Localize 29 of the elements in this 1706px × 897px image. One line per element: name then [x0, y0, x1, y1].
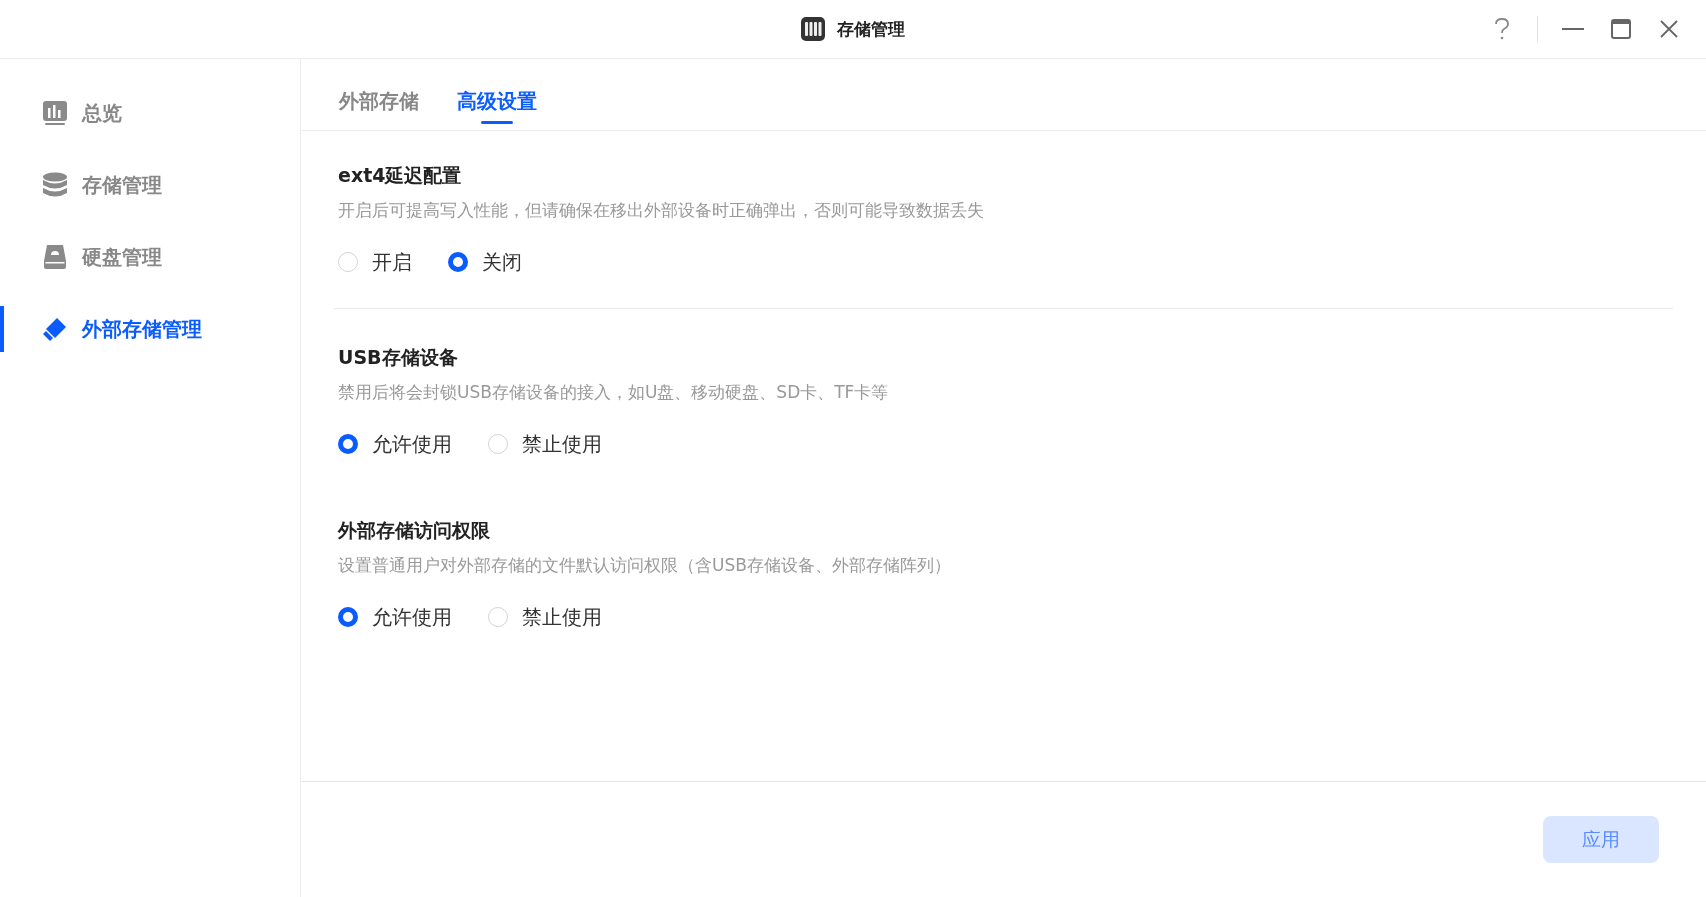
minimize-icon — [1562, 28, 1584, 30]
radio-option[interactable]: 禁止使用 — [488, 424, 602, 464]
sidebar-item[interactable]: 存储管理 — [0, 164, 300, 206]
section-title: ext4延迟配置 — [338, 163, 463, 188]
tab[interactable]: 外部存储 — [339, 59, 419, 130]
question-mark-icon — [1494, 18, 1510, 40]
section-title: 外部存储访问权限 — [338, 518, 491, 543]
maximize-button[interactable] — [1608, 16, 1634, 42]
section-title: USB存储设备 — [338, 345, 459, 370]
hard-drive-icon — [42, 244, 68, 270]
bar-chart-icon — [42, 100, 68, 126]
radio-option[interactable]: 允许使用 — [338, 424, 452, 464]
close-icon — [1660, 20, 1678, 38]
usb-drive-icon — [42, 316, 68, 342]
radio-option[interactable]: 开启 — [338, 242, 412, 282]
database-icon — [42, 172, 68, 198]
section-description: 禁用后将会封锁USB存储设备的接入，如U盘、移动硬盘、SD卡、TF卡等 — [338, 381, 890, 404]
window-title: 存储管理 — [837, 17, 905, 41]
radio-option[interactable]: 关闭 — [448, 242, 522, 282]
maximize-icon — [1611, 19, 1631, 39]
section-description: 设置普通用户对外部存储的文件默认访问权限（含USB存储设备、外部存储阵列） — [338, 554, 952, 577]
app-icon — [801, 17, 825, 41]
sidebar-item[interactable]: 硬盘管理 — [0, 236, 300, 278]
sidebar-item[interactable]: 外部存储管理 — [0, 308, 300, 350]
radio-option[interactable]: 禁止使用 — [488, 597, 602, 637]
radio-option[interactable]: 允许使用 — [338, 597, 452, 637]
section-description: 开启后可提高写入性能，但请确保在移出外部设备时正确弹出，否则可能导致数据丢失 — [338, 199, 985, 222]
sidebar-item[interactable]: 总览 — [0, 92, 300, 134]
tab[interactable]: 高级设置 — [457, 59, 537, 130]
